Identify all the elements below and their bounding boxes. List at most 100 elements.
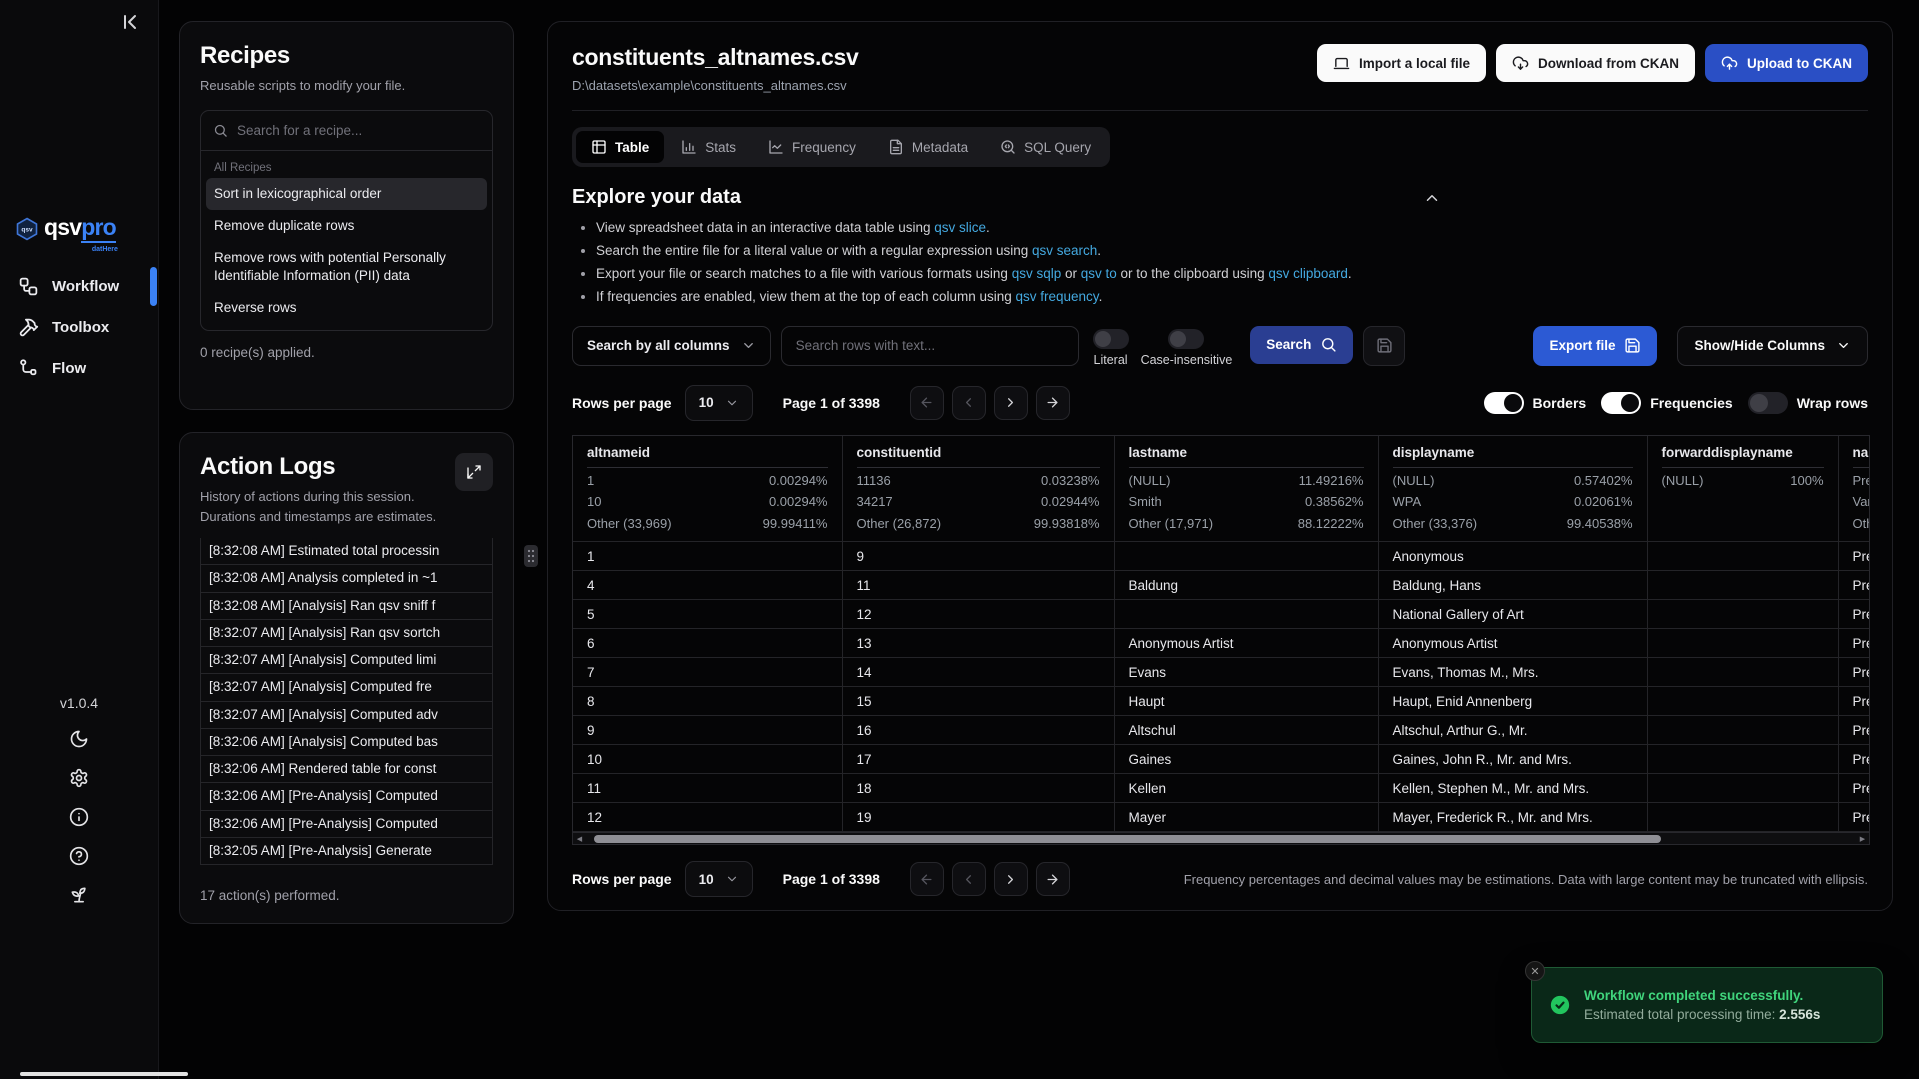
recipe-search-box[interactable] bbox=[201, 111, 492, 151]
table-row[interactable]: 411BaldungBaldung, HansPre bbox=[573, 571, 1870, 600]
first-page-icon bbox=[919, 872, 934, 887]
collapse-explore-button[interactable] bbox=[1423, 189, 1441, 207]
recipe-search-input[interactable] bbox=[237, 123, 480, 138]
table-row[interactable]: 815HauptHaupt, Enid AnnenbergPre bbox=[573, 687, 1870, 716]
table-search-input[interactable] bbox=[781, 326, 1079, 366]
toggle-borders-switch[interactable] bbox=[1484, 392, 1524, 414]
show-hide-columns-button[interactable]: Show/Hide Columns bbox=[1677, 326, 1868, 366]
tab-stats[interactable]: Stats bbox=[666, 131, 751, 163]
first-page-button[interactable] bbox=[910, 862, 944, 896]
table-cell: 9 bbox=[842, 542, 1114, 571]
chevron-down-icon bbox=[725, 872, 739, 886]
expand-logs-button[interactable] bbox=[455, 453, 493, 491]
column-header-displayname[interactable]: displayname(NULL)0.57402%WPA0.02061%Othe… bbox=[1378, 436, 1647, 542]
column-header-nam[interactable]: namPreVarOth bbox=[1838, 436, 1870, 542]
toggle-case-insensitive-switch[interactable] bbox=[1168, 329, 1204, 349]
sidebar-item-flow[interactable]: Flow bbox=[0, 348, 158, 389]
tab-table[interactable]: Table bbox=[576, 131, 664, 163]
prev-page-button[interactable] bbox=[952, 386, 986, 420]
table-row[interactable]: 1017GainesGaines, John R., Mr. and Mrs.P… bbox=[573, 745, 1870, 774]
table-row[interactable]: 714EvansEvans, Thomas M., Mrs.Pre bbox=[573, 658, 1870, 687]
toast-close-button[interactable]: ✕ bbox=[1525, 961, 1545, 981]
sidebar-item-workflow[interactable]: Workflow bbox=[0, 266, 158, 307]
upload-to-ckan-button[interactable]: Upload to CKAN bbox=[1705, 44, 1868, 82]
sidebar-item-toolbox[interactable]: Toolbox bbox=[0, 307, 158, 348]
recipe-item[interactable]: Remove duplicate rows bbox=[206, 210, 487, 242]
next-page-button[interactable] bbox=[994, 862, 1028, 896]
column-header-forwarddisplayname[interactable]: forwarddisplayname(NULL)100% bbox=[1647, 436, 1838, 542]
save-search-button[interactable] bbox=[1363, 326, 1405, 366]
rows-per-page-select[interactable]: 10 bbox=[685, 385, 753, 421]
app-logo: qsv qsv pro datHere bbox=[15, 214, 116, 243]
scroll-left-arrow-icon[interactable]: ◀ bbox=[573, 835, 586, 843]
tab-metadata[interactable]: Metadata bbox=[873, 131, 983, 163]
column-header-altnameid[interactable]: altnameid10.00294%100.00294%Other (33,96… bbox=[573, 436, 842, 542]
data-table-viewport: altnameid10.00294%100.00294%Other (33,96… bbox=[572, 435, 1870, 833]
sidebar-collapse-button[interactable] bbox=[118, 10, 142, 34]
horizontal-scrollbar[interactable]: ◀ ▶ bbox=[572, 832, 1870, 845]
help-button[interactable] bbox=[69, 846, 89, 866]
table-cell bbox=[1114, 542, 1378, 571]
table-cell: Altschul, Arthur G., Mr. bbox=[1378, 716, 1647, 745]
workflow-icon bbox=[18, 276, 39, 297]
table-cell: Mayer, Frederick R., Mr. and Mrs. bbox=[1378, 803, 1647, 832]
frequency-row: Other (17,971)88.12222% bbox=[1129, 516, 1364, 533]
recipe-item[interactable]: Sort in lexicographical order bbox=[206, 178, 487, 210]
qsv-command-link[interactable]: qsv clipboard bbox=[1268, 266, 1348, 281]
logo-text-qsv: qsv bbox=[44, 214, 81, 241]
maximize-icon bbox=[466, 464, 482, 480]
table-row[interactable]: 916AltschulAltschul, Arthur G., Mr.Pre bbox=[573, 716, 1870, 745]
logo-text-pro: pro bbox=[81, 214, 116, 243]
sprout-button[interactable] bbox=[69, 885, 89, 905]
table-cell bbox=[1114, 600, 1378, 629]
moon-button[interactable] bbox=[69, 729, 89, 749]
chevron-down-icon bbox=[741, 338, 756, 353]
qsv-hexagon-logo-icon: qsv bbox=[15, 217, 39, 241]
first-page-button[interactable] bbox=[910, 386, 944, 420]
prev-page-button[interactable] bbox=[952, 862, 986, 896]
scroll-right-arrow-icon[interactable]: ▶ bbox=[1856, 835, 1869, 843]
last-page-button[interactable] bbox=[1036, 862, 1070, 896]
toggle-frequencies-switch[interactable] bbox=[1601, 392, 1641, 414]
table-row[interactable]: 19AnonymousPre bbox=[573, 542, 1870, 571]
info-button[interactable] bbox=[69, 807, 89, 827]
table-row[interactable]: 512National Gallery of ArtPre bbox=[573, 600, 1870, 629]
tab-sql-query[interactable]: SQL Query bbox=[985, 131, 1106, 163]
toggle-literal-switch[interactable] bbox=[1093, 329, 1129, 349]
search-button[interactable]: Search bbox=[1250, 326, 1353, 364]
recipe-item[interactable]: Remove rows with potential Personally Id… bbox=[206, 242, 487, 292]
frequency-row: Pre bbox=[1853, 473, 1871, 490]
last-page-button[interactable] bbox=[1036, 386, 1070, 420]
panel-resize-handle[interactable] bbox=[524, 545, 538, 567]
settings-button[interactable] bbox=[69, 768, 89, 788]
import-local-file-button[interactable]: Import a local file bbox=[1317, 44, 1486, 82]
toggle-borders: Borders bbox=[1484, 392, 1587, 414]
frequency-row: Other (33,376)99.40538% bbox=[1393, 516, 1633, 533]
column-header-constituentid[interactable]: constituentid111360.03238%342170.02944%O… bbox=[842, 436, 1114, 542]
rows-per-page-select[interactable]: 10 bbox=[685, 861, 753, 897]
grip-dots-icon bbox=[527, 549, 535, 563]
download-from-ckan-button[interactable]: Download from CKAN bbox=[1496, 44, 1695, 82]
table-cell: 4 bbox=[573, 571, 842, 600]
scrollbar-thumb[interactable] bbox=[594, 835, 1661, 843]
qsv-command-link[interactable]: qsv sqlp bbox=[1012, 266, 1062, 281]
main-content: constituents_altnames.csv D:\datasets\ex… bbox=[547, 21, 1893, 911]
frequency-row: Other (26,872)99.93818% bbox=[857, 516, 1100, 533]
qsv-command-link[interactable]: qsv slice bbox=[934, 220, 986, 235]
table-cell: Altschul bbox=[1114, 716, 1378, 745]
qsv-command-link[interactable]: qsv search bbox=[1032, 243, 1097, 258]
qsv-command-link[interactable]: qsv to bbox=[1081, 266, 1117, 281]
table-cell bbox=[1647, 629, 1838, 658]
tab-frequency[interactable]: Frequency bbox=[753, 131, 871, 163]
qsv-command-link[interactable]: qsv frequency bbox=[1016, 289, 1099, 304]
export-file-button[interactable]: Export file bbox=[1533, 326, 1657, 366]
table-cell: Baldung, Hans bbox=[1378, 571, 1647, 600]
toggle-wrap-rows-switch[interactable] bbox=[1748, 392, 1788, 414]
next-page-button[interactable] bbox=[994, 386, 1028, 420]
search-column-selector[interactable]: Search by all columns bbox=[572, 326, 771, 366]
table-row[interactable]: 1219MayerMayer, Frederick R., Mr. and Mr… bbox=[573, 803, 1870, 832]
table-row[interactable]: 1118KellenKellen, Stephen M., Mr. and Mr… bbox=[573, 774, 1870, 803]
recipe-item[interactable]: Reverse rows bbox=[206, 292, 487, 324]
table-row[interactable]: 613Anonymous ArtistAnonymous ArtistPre bbox=[573, 629, 1870, 658]
column-header-lastname[interactable]: lastname(NULL)11.49216%Smith0.38562%Othe… bbox=[1114, 436, 1378, 542]
